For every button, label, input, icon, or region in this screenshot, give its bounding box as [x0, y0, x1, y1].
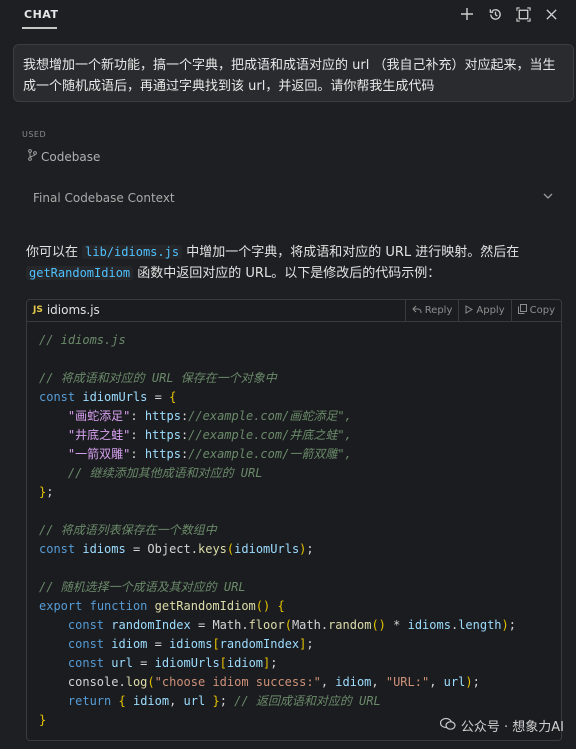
apply-button[interactable]: Apply — [458, 300, 510, 321]
final-context-label: Final Codebase Context — [33, 191, 175, 205]
code-line: const randomIndex = Math.floor(Math.rand… — [67, 618, 517, 632]
code-line: export function getRandomIdiom() { — [39, 599, 285, 613]
code-line: // 继续添加其他成语和对应的 URL — [67, 466, 263, 480]
reply-icon — [411, 305, 422, 317]
assistant-answer: 你可以在 lib/idioms.js 中增加一个字典，将成语和对应的 URL 进… — [26, 242, 566, 284]
code-line: const idioms = Object.keys(idiomUrls); — [39, 542, 314, 556]
plus-icon[interactable] — [458, 5, 476, 23]
answer-text: 中增加一个字典，将成语和对应的 URL 进行映射。然后在 — [182, 245, 520, 260]
chevron-down-icon — [542, 190, 554, 205]
header-actions — [458, 5, 560, 23]
wechat-icon — [439, 717, 456, 735]
chat-header: CHAT — [0, 0, 576, 30]
code-block: JS idioms.js Reply Apply Copy // idioms.… — [26, 299, 562, 741]
reply-label: Reply — [424, 305, 453, 316]
active-tab-indicator — [22, 27, 57, 29]
code-filename: JS idioms.js — [33, 303, 100, 317]
js-file-icon: JS — [33, 305, 43, 315]
watermark: 公众号 · 想象力AI — [439, 716, 564, 735]
history-icon[interactable] — [486, 5, 504, 23]
code-actions: Reply Apply Copy — [404, 300, 561, 321]
filename-label: idioms.js — [46, 303, 100, 317]
code-line: "画蛇添足": https://example.com/画蛇添足", — [67, 409, 352, 423]
tab-chat[interactable]: CHAT — [24, 8, 58, 21]
reply-button[interactable]: Reply — [404, 300, 459, 321]
code-line: "一箭双雕": https://example.com/一箭双雕", — [67, 447, 352, 461]
copy-icon — [517, 304, 527, 317]
final-context-toggle[interactable]: Final Codebase Context — [20, 182, 568, 214]
watermark-text: 公众号 · 想象力AI — [460, 720, 564, 735]
answer-text: 你可以在 — [26, 245, 83, 260]
maximize-icon[interactable] — [514, 5, 532, 23]
code-line: console.log("choose idiom success:", idi… — [67, 675, 480, 689]
code-line: const idiomUrls = { — [39, 390, 177, 404]
code-line: const url = idiomUrls[idiom]; — [67, 656, 278, 670]
answer-text: 函数中返回对应的 URL。以下是修改后的代码示例： — [133, 266, 441, 281]
codebase-context-item[interactable]: Codebase — [27, 149, 100, 164]
copy-button[interactable]: Copy — [510, 300, 561, 321]
inline-code-path: lib/idioms.js — [82, 245, 183, 259]
copy-label: Copy — [529, 305, 555, 316]
apply-label: Apply — [476, 305, 505, 316]
code-line: const idiom = idioms[randomIndex]; — [67, 637, 314, 651]
code-content: // idioms.js // 将成语和对应的 URL 保存在一个对象中 cons… — [39, 331, 516, 730]
inline-code-function: getRandomIdiom — [26, 266, 134, 280]
code-line: // 将成语列表保存在一个数组中 — [39, 523, 217, 537]
code-line: }; — [39, 485, 54, 499]
user-message: 我想增加一个新功能，搞一个字典，把成语和成语对应的 url （我自己补充）对应起… — [13, 44, 574, 102]
close-icon[interactable] — [542, 5, 560, 23]
used-label: USED — [22, 130, 47, 139]
play-icon — [465, 304, 474, 317]
codebase-label: Codebase — [41, 149, 101, 164]
code-line: "井底之蛙": https://example.com/井底之蛙", — [67, 428, 352, 442]
code-line: // idioms.js — [39, 333, 126, 347]
code-line: // 将成语和对应的 URL 保存在一个对象中 — [39, 371, 277, 385]
code-block-header: JS idioms.js Reply Apply Copy — [27, 300, 561, 322]
code-line: // 随机选择一个成语及其对应的 URL — [39, 580, 246, 594]
git-branch-icon — [27, 149, 37, 164]
code-line: return { idiom, url }; // 返回成语和对应的 URL — [67, 694, 381, 708]
